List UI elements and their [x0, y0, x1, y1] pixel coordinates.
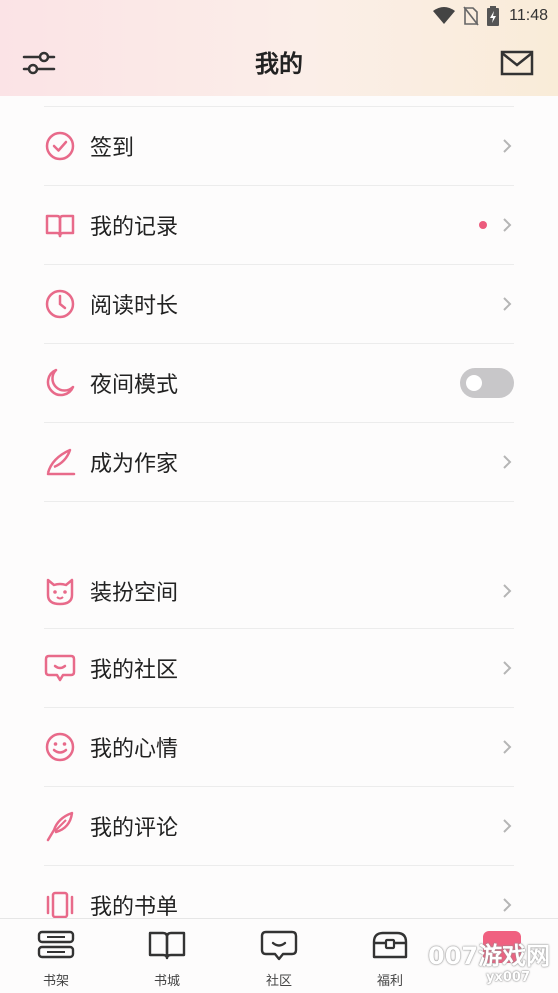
- menu-item-reading-time[interactable]: 阅读时长: [44, 265, 514, 344]
- menu-item-checkin[interactable]: 签到: [44, 107, 514, 186]
- tab-community[interactable]: 社区: [239, 927, 319, 989]
- moon-icon: [44, 367, 76, 399]
- menu-item-my-mood[interactable]: 我的心情: [44, 708, 514, 787]
- menu-item-label: 阅读时长: [90, 294, 179, 319]
- chevron-right-icon: [500, 895, 514, 915]
- tab-label: 书城: [153, 974, 180, 989]
- night-mode-toggle[interactable]: [460, 368, 514, 398]
- no-sim-icon: [463, 6, 479, 26]
- tab-welfare[interactable]: 福利: [350, 927, 430, 989]
- wifi-icon: [433, 7, 456, 24]
- tab-bookshelf[interactable]: 书架: [16, 927, 96, 989]
- community-icon: [259, 927, 299, 962]
- tab-label: 福利: [376, 974, 403, 989]
- chevron-right-icon: [500, 136, 514, 156]
- menu-item-become-writer[interactable]: 成为作家: [44, 423, 514, 502]
- book-icon: [147, 927, 187, 962]
- check-circle-icon: [44, 130, 76, 162]
- tab-label: 书架: [42, 974, 69, 989]
- smiley-icon: [44, 731, 76, 763]
- status-clock: 11:48: [509, 7, 548, 24]
- open-book-icon: [44, 209, 76, 241]
- menu-item-my-records[interactable]: 我的记录: [44, 186, 514, 265]
- menu-item-label: 我的心情: [90, 737, 179, 762]
- page-title: 我的: [255, 50, 303, 78]
- chevron-right-icon: [500, 737, 514, 757]
- header-bar: 11:48 我的: [0, 0, 558, 96]
- status-bar: 11:48: [433, 0, 548, 32]
- menu-item-label: 装扮空间: [90, 581, 179, 606]
- envelope-icon: [500, 50, 534, 76]
- toggle-knob: [466, 375, 482, 391]
- tab-label: 社区: [265, 974, 292, 989]
- watermark-line2: yx007: [486, 970, 530, 985]
- profile-menu: 签到 我的记录 阅读时长 夜间模式 成为作家 装扮空间 我的社区 我的心情 我的…: [44, 106, 514, 944]
- bookshelf-icon: [36, 927, 76, 962]
- chevron-right-icon: [500, 816, 514, 836]
- quill-icon: [44, 446, 76, 478]
- menu-item-dressup-space[interactable]: 装扮空间: [44, 554, 514, 629]
- menu-item-label: 签到: [90, 136, 135, 161]
- chevron-right-icon: [500, 581, 514, 601]
- menu-item-label: 我的记录: [90, 215, 179, 240]
- chevron-right-icon: [500, 452, 514, 472]
- site-watermark: 007游戏网 yx007: [424, 934, 558, 992]
- menu-item-my-community[interactable]: 我的社区: [44, 629, 514, 708]
- menu-item-label: 夜间模式: [90, 373, 179, 398]
- feather-icon: [44, 810, 76, 842]
- menu-item-night-mode: 夜间模式: [44, 344, 514, 423]
- chevron-right-icon: [500, 294, 514, 314]
- chevron-right-icon: [500, 215, 514, 235]
- chevron-right-icon: [500, 658, 514, 678]
- battery-charging-icon: [487, 6, 500, 26]
- tab-bookstore[interactable]: 书城: [127, 927, 207, 989]
- menu-item-my-comments[interactable]: 我的评论: [44, 787, 514, 866]
- menu-item-label: 我的书单: [90, 895, 179, 920]
- cat-face-icon: [44, 575, 76, 607]
- clock-icon: [44, 288, 76, 320]
- watermark-line1: 007游戏网: [428, 942, 551, 970]
- booklist-icon: [44, 889, 76, 921]
- menu-item-label: 我的评论: [90, 816, 179, 841]
- title-bar: 我的: [0, 40, 558, 84]
- menu-item-label: 我的社区: [90, 658, 179, 683]
- menu-item-label: 成为作家: [90, 452, 179, 477]
- notification-dot: [479, 221, 487, 229]
- mail-button[interactable]: [500, 46, 534, 80]
- treasure-chest-icon: [370, 927, 410, 962]
- chat-bubble-icon: [44, 652, 76, 684]
